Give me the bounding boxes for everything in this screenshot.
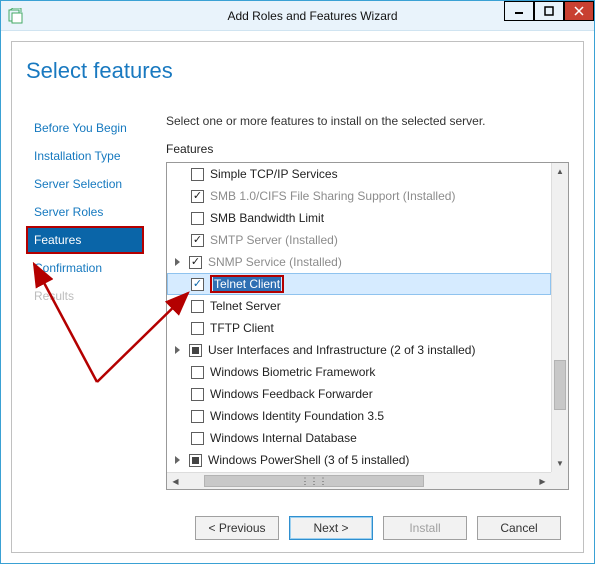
scroll-down-button[interactable]: ▼ <box>552 455 568 472</box>
feature-label: Windows Feedback Forwarder <box>210 387 373 401</box>
nav-confirmation[interactable]: Confirmation <box>26 254 144 282</box>
feature-checkbox[interactable] <box>191 366 204 379</box>
feature-checkbox[interactable] <box>191 300 204 313</box>
feature-item[interactable]: SNMP Service (Installed) <box>167 251 551 273</box>
feature-checkbox[interactable] <box>191 234 204 247</box>
feature-checkbox[interactable] <box>191 322 204 335</box>
wizard-nav: Before You Begin Installation Type Serve… <box>26 114 144 310</box>
feature-label: Simple TCP/IP Services <box>210 167 338 181</box>
next-button[interactable]: Next > <box>289 516 373 540</box>
install-button: Install <box>383 516 467 540</box>
cancel-button[interactable]: Cancel <box>477 516 561 540</box>
nav-before-you-begin[interactable]: Before You Begin <box>26 114 144 142</box>
titlebar: Add Roles and Features Wizard <box>1 1 594 31</box>
feature-checkbox[interactable] <box>189 344 202 357</box>
hscroll-left-button[interactable]: ◀ <box>167 473 184 490</box>
scroll-track[interactable] <box>552 180 568 455</box>
feature-item[interactable]: Windows Feedback Forwarder <box>167 383 551 405</box>
feature-label: SMB 1.0/CIFS File Sharing Support (Insta… <box>210 189 455 203</box>
maximize-button[interactable] <box>534 1 564 21</box>
features-label: Features <box>166 142 569 156</box>
feature-item[interactable]: Windows Internal Database <box>167 427 551 449</box>
feature-item[interactable]: Simple TCP/IP Services <box>167 163 551 185</box>
features-listbox: Simple TCP/IP Services SMB 1.0/CIFS File … <box>166 162 569 490</box>
feature-item[interactable]: Windows PowerShell (3 of 5 installed) <box>167 449 551 471</box>
scroll-corner <box>551 472 568 489</box>
feature-checkbox[interactable] <box>191 190 204 203</box>
nav-features[interactable]: Features <box>26 226 144 254</box>
feature-label: SNMP Service (Installed) <box>208 255 342 269</box>
feature-checkbox[interactable] <box>189 256 202 269</box>
instruction-text: Select one or more features to install o… <box>166 114 569 128</box>
scroll-up-button[interactable]: ▲ <box>552 163 568 180</box>
content-area: Select one or more features to install o… <box>166 114 569 494</box>
feature-item[interactable]: Telnet Client <box>167 273 551 295</box>
close-button[interactable] <box>564 1 594 21</box>
expand-arrow-icon[interactable] <box>175 258 180 266</box>
button-row: < Previous Next > Install Cancel <box>195 516 561 540</box>
feature-item[interactable]: SMTP Server (Installed) <box>167 229 551 251</box>
horizontal-scrollbar[interactable]: ◀ ⋮⋮⋮ ▶ <box>167 472 551 489</box>
feature-item[interactable]: SMB 1.0/CIFS File Sharing Support (Insta… <box>167 185 551 207</box>
vertical-scrollbar[interactable]: ▲ ▼ <box>551 163 568 472</box>
feature-checkbox[interactable] <box>191 212 204 225</box>
feature-item[interactable]: SMB Bandwidth Limit <box>167 207 551 229</box>
feature-label: Windows Internal Database <box>210 431 357 445</box>
app-icon <box>1 8 31 24</box>
feature-label: User Interfaces and Infrastructure (2 of… <box>208 343 475 357</box>
features-list-viewport: Simple TCP/IP Services SMB 1.0/CIFS File … <box>167 163 551 472</box>
inner-panel: Select features Before You Begin Install… <box>11 41 584 553</box>
body: Select features Before You Begin Install… <box>1 31 594 563</box>
feature-item[interactable]: User Interfaces and Infrastructure (2 of… <box>167 339 551 361</box>
feature-label: TFTP Client <box>210 321 274 335</box>
nav-server-selection[interactable]: Server Selection <box>26 170 144 198</box>
feature-label: Telnet Client <box>210 275 284 293</box>
feature-checkbox[interactable] <box>191 278 204 291</box>
hscroll-thumb[interactable]: ⋮⋮⋮ <box>204 475 424 487</box>
scroll-thumb[interactable] <box>554 360 566 410</box>
minimize-button[interactable] <box>504 1 534 21</box>
hscroll-track[interactable]: ⋮⋮⋮ <box>184 473 534 489</box>
feature-checkbox[interactable] <box>189 454 202 467</box>
nav-installation-type[interactable]: Installation Type <box>26 142 144 170</box>
feature-label: Windows Identity Foundation 3.5 <box>210 409 384 423</box>
feature-item[interactable]: Windows Biometric Framework <box>167 361 551 383</box>
nav-results: Results <box>26 282 144 310</box>
window-controls <box>504 1 594 21</box>
feature-label: SMTP Server (Installed) <box>210 233 338 247</box>
feature-checkbox[interactable] <box>191 388 204 401</box>
feature-label: Windows PowerShell (3 of 5 installed) <box>208 453 409 467</box>
wizard-window: Add Roles and Features Wizard Select fea… <box>0 0 595 564</box>
feature-checkbox[interactable] <box>191 432 204 445</box>
feature-checkbox[interactable] <box>191 410 204 423</box>
expand-arrow-icon[interactable] <box>175 456 180 464</box>
feature-item[interactable]: TFTP Client <box>167 317 551 339</box>
feature-item[interactable]: Windows Identity Foundation 3.5 <box>167 405 551 427</box>
expand-arrow-icon[interactable] <box>175 346 180 354</box>
page-heading: Select features <box>26 58 173 84</box>
feature-checkbox[interactable] <box>191 168 204 181</box>
feature-item[interactable]: Telnet Server <box>167 295 551 317</box>
feature-label: SMB Bandwidth Limit <box>210 211 324 225</box>
feature-label: Windows Biometric Framework <box>210 365 375 379</box>
feature-label: Telnet Server <box>210 299 281 313</box>
nav-server-roles[interactable]: Server Roles <box>26 198 144 226</box>
previous-button[interactable]: < Previous <box>195 516 279 540</box>
hscroll-right-button[interactable]: ▶ <box>534 473 551 490</box>
